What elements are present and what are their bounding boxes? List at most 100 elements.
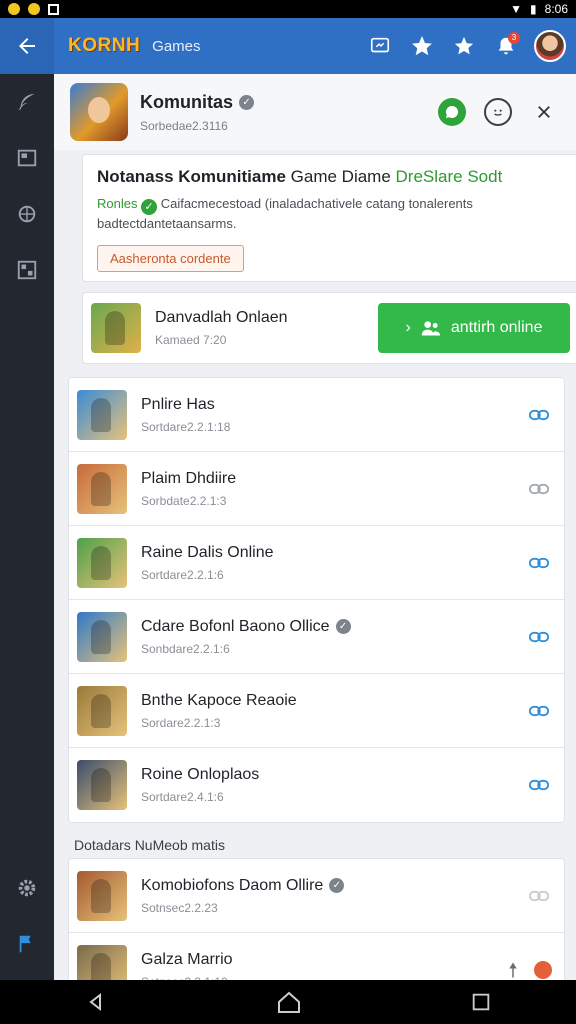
game-name: Bnthe Kapoce Reaoie <box>141 691 297 709</box>
link-icon <box>529 779 549 791</box>
star-icon <box>454 36 474 55</box>
app-screen: ▼ ▮ 8:06 KORNH Games 3 Komunitas ✓ Sorbe… <box>0 0 576 1024</box>
game-thumbnail <box>77 463 127 514</box>
status-bar: ▼ ▮ 8:06 <box>0 0 576 18</box>
link-icon <box>529 890 549 901</box>
user-avatar[interactable] <box>534 30 566 62</box>
verified-icon: ✓ <box>329 878 345 893</box>
go-online-label: anttirh online <box>450 319 543 336</box>
pin-icon[interactable] <box>504 961 522 979</box>
emoji-button[interactable] <box>484 98 512 126</box>
notice-title-highlight[interactable]: DreSlare Sodt <box>396 167 503 186</box>
chat-icon <box>370 37 390 53</box>
screenshot-icon <box>48 3 59 15</box>
settings-button[interactable] <box>0 860 54 916</box>
rail-item-feed[interactable] <box>0 74 54 130</box>
game-meta: Sortdare2.2.1:18 <box>141 419 231 434</box>
grid-icon <box>17 260 37 280</box>
featured-game-name: Danvadlah Onlaen <box>155 309 288 326</box>
notice-title-rest: Game Diame <box>285 167 396 186</box>
feather-icon <box>18 93 35 111</box>
notice-tag-button[interactable]: Aasheronta cordente <box>97 245 244 272</box>
app-logo[interactable]: KORNH <box>68 35 140 57</box>
game-row[interactable]: Galza MarrioSotnsec2.3.1:10 <box>69 933 564 980</box>
game-row[interactable]: Raine Dalis Online Sortdare2.2.1:6 <box>69 526 564 600</box>
game-meta: Sortdare2.2.1:6 <box>141 567 224 582</box>
gear-icon <box>18 879 36 897</box>
game-row[interactable]: Komobiofons Daom Ollire ✓ Sotnsec2.2.23 <box>69 859 564 933</box>
game-name: Galza Marrio <box>141 951 233 968</box>
recents-icon[interactable] <box>470 991 492 1013</box>
game-meta: Sotnsec2.2.23 <box>141 900 218 915</box>
link-button[interactable] <box>528 885 550 907</box>
game-meta: Sortdare2.4.1:6 <box>141 790 224 804</box>
game-row[interactable]: Roine Onloplaos Sortdare2.4.1:6 <box>69 748 564 822</box>
notice-description: Ronles ✓ Caifacmecestoad (inaladachative… <box>97 195 564 233</box>
rail-item-library[interactable] <box>0 242 54 298</box>
chat-bubble-icon <box>445 105 459 118</box>
notification-icon <box>8 3 20 15</box>
game-name: Cdare Bofonl Baono Ollice <box>141 617 330 635</box>
go-online-button[interactable]: › anttirh online <box>378 303 570 353</box>
featured-game-sub: Kamaed 7:20 <box>155 333 227 347</box>
smiley-icon <box>494 109 502 116</box>
favorite-button[interactable] <box>408 32 436 60</box>
home-icon[interactable] <box>276 990 302 1014</box>
link-icon <box>529 705 549 716</box>
back-button[interactable] <box>0 18 54 74</box>
notifications-button[interactable]: 3 <box>492 32 520 60</box>
globe-icon <box>18 205 36 223</box>
featured-game-thumbnail <box>91 303 141 353</box>
wifi-icon: ▼ <box>510 2 523 16</box>
whatsapp-share-button[interactable] <box>438 98 466 126</box>
game-row[interactable]: Plaim Dhdiire Sorbdate2.2.1:3 <box>69 452 564 526</box>
notice-desc-highlight[interactable]: Ronles <box>97 196 137 211</box>
section-label: Dotadars NuMeob matis <box>74 837 225 853</box>
link-button[interactable] <box>528 404 550 426</box>
rail-item-news[interactable] <box>0 130 54 186</box>
game-thumbnail <box>77 611 127 662</box>
link-button[interactable] <box>528 478 550 500</box>
star-icon <box>412 36 432 56</box>
close-button[interactable] <box>530 98 558 126</box>
verified-icon: ✓ <box>335 619 351 634</box>
game-meta: Sonbdare2.2.1:6 <box>141 641 230 656</box>
game-row[interactable]: Bnthe Kapoce Reaoie Sordare2.2.1:3 <box>69 674 564 748</box>
featured-game-card[interactable]: Danvadlah Onlaen Kamaed 7:20 › anttirh o… <box>82 292 576 364</box>
games-list-secondary: Komobiofons Daom Ollire ✓ Sotnsec2.2.23 Gal… <box>68 858 565 980</box>
game-row[interactable]: Pnlire Has Sortdare2.2.1:18 <box>69 378 564 452</box>
alert-icon[interactable] <box>534 961 552 979</box>
side-rail <box>0 74 54 980</box>
link-icon <box>529 409 549 420</box>
back-icon[interactable] <box>84 990 108 1014</box>
game-thumbnail <box>77 760 127 810</box>
game-thumbnail <box>77 537 127 588</box>
community-game-icon <box>70 83 128 141</box>
link-button[interactable] <box>528 774 550 796</box>
rail-item-explore[interactable] <box>0 186 54 242</box>
clock: 8:06 <box>544 2 568 16</box>
game-meta: Sordare2.2.1:3 <box>141 715 221 730</box>
people-icon <box>421 321 441 336</box>
row-actions <box>504 959 552 980</box>
chevron-right-icon: › <box>405 319 411 336</box>
game-name: Pnlire Has <box>141 395 215 413</box>
community-subtitle: Sorbedae2.3116 <box>140 118 228 133</box>
notification-badge: 3 <box>508 32 520 44</box>
game-thumbnail <box>77 685 127 736</box>
link-button[interactable] <box>528 700 550 722</box>
rail-item-profile[interactable] <box>0 916 54 972</box>
community-header: Komunitas ✓ Sorbedae2.3116 <box>54 74 576 150</box>
close-icon <box>538 106 550 118</box>
community-panel: Komunitas ✓ Sorbedae2.3116 Notanass Komu… <box>54 74 576 980</box>
app-notification-icon <box>28 3 40 15</box>
system-nav-bar <box>0 980 576 1024</box>
game-row[interactable]: Cdare Bofonl Baono Ollice ✓ Sonbdare2.2.1:… <box>69 600 564 674</box>
newspaper-icon <box>17 149 37 167</box>
link-button[interactable] <box>528 552 550 574</box>
rating-button[interactable] <box>450 32 478 60</box>
link-button[interactable] <box>528 626 550 648</box>
game-thumbnail <box>77 870 127 921</box>
chat-button[interactable] <box>366 32 394 60</box>
community-notice: Notanass Komunitiame Game Diame DreSlare… <box>82 154 576 282</box>
